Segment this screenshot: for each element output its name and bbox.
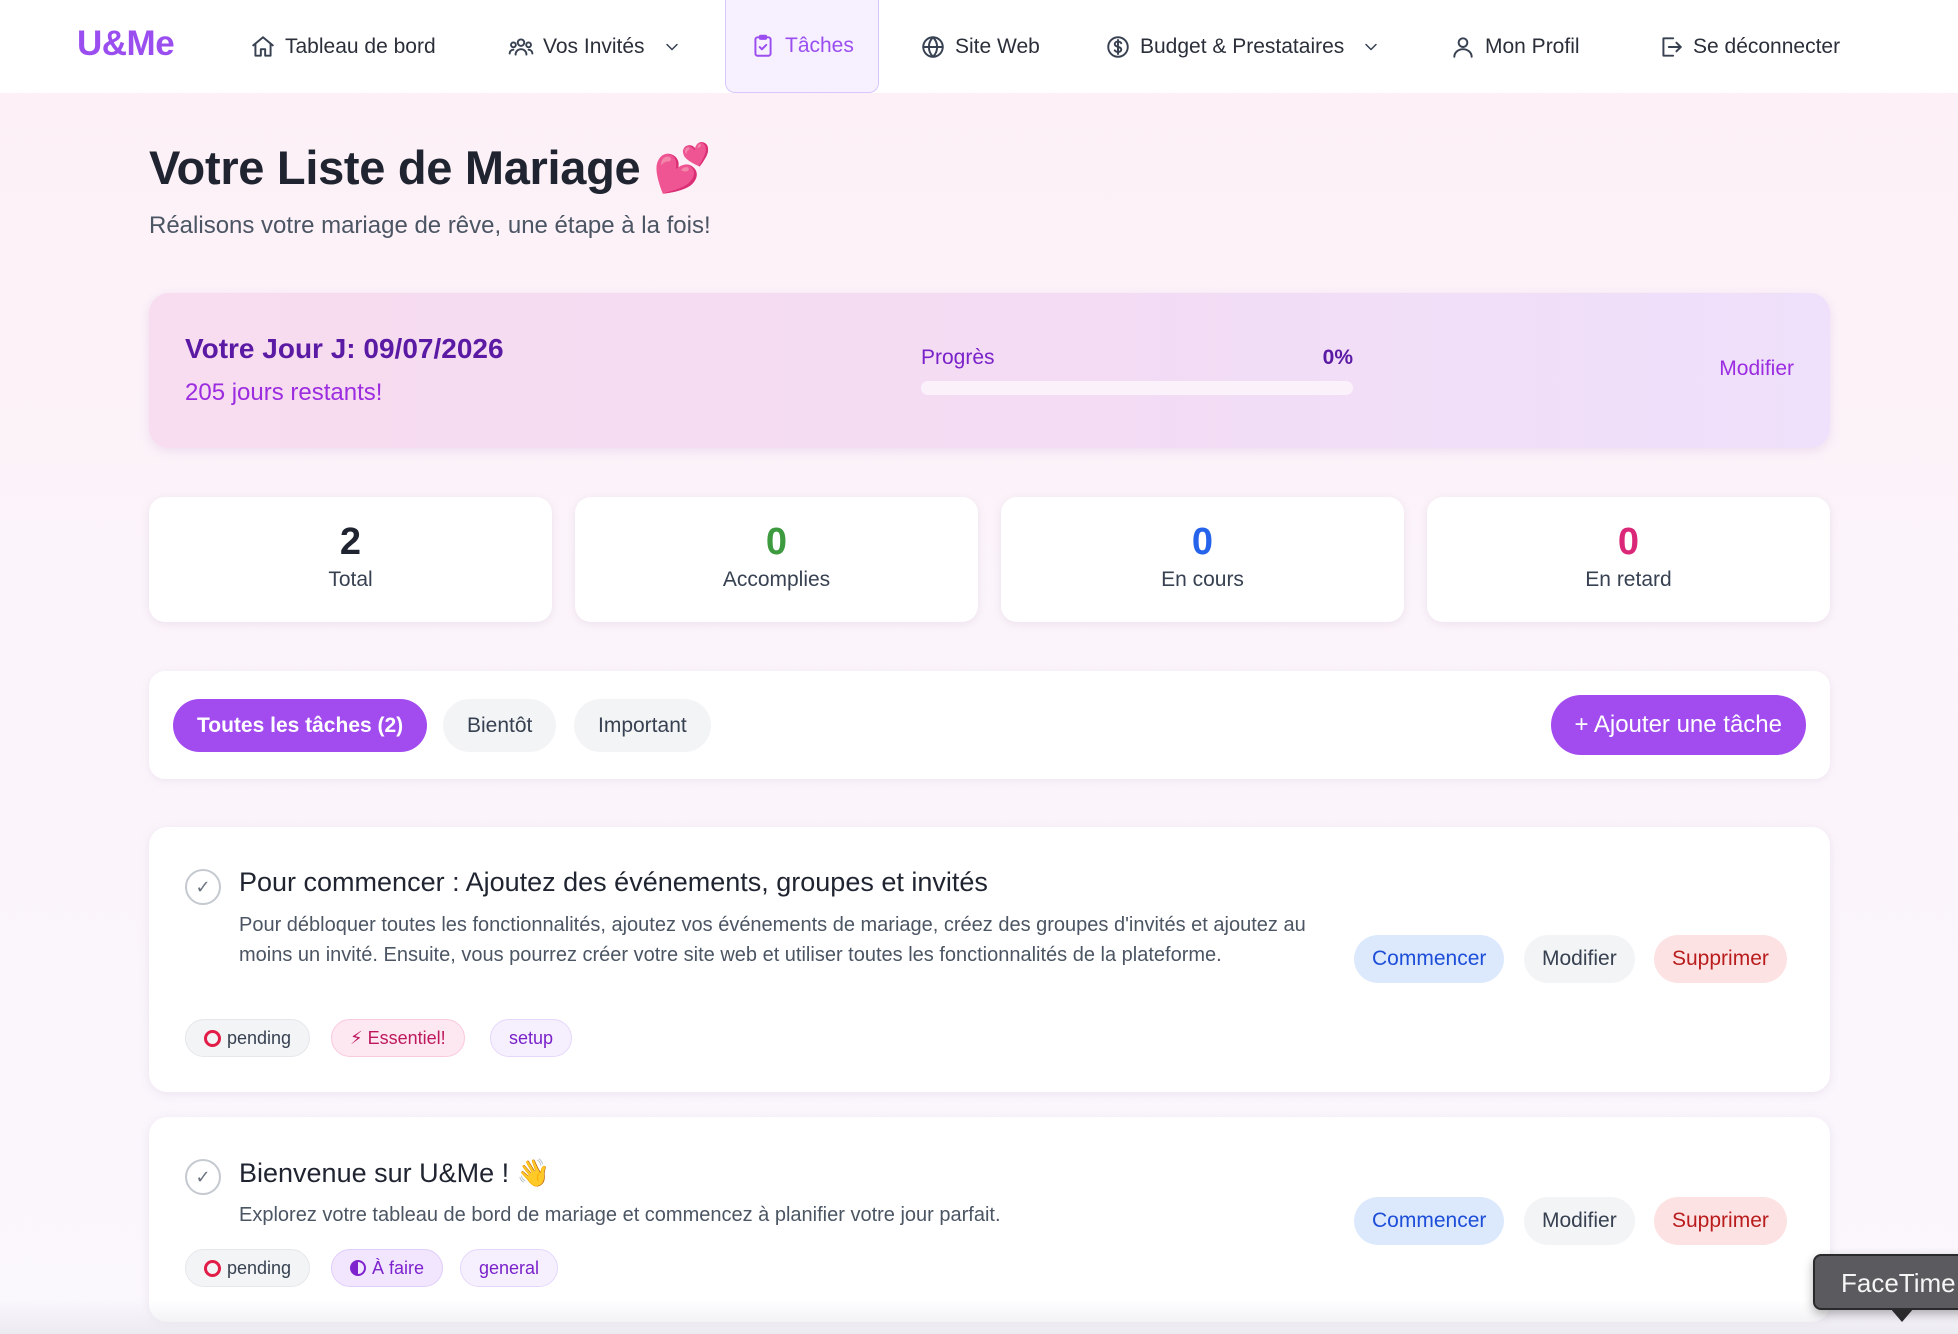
facetime-tooltip: FaceTime	[1813, 1254, 1958, 1310]
stat-value: 2	[339, 521, 362, 563]
nav-item-dashboard[interactable]: Tableau de bord	[250, 0, 436, 93]
priority-text: ⚡ Essentiel!	[350, 1027, 446, 1048]
nav-item-guests[interactable]: Vos Invités	[508, 0, 682, 93]
app-logo[interactable]: U&Me	[77, 24, 175, 64]
category-badge: general	[460, 1249, 559, 1287]
start-task-button[interactable]: Commencer	[1354, 1197, 1505, 1245]
stat-card-in-progress: 0 En cours	[1001, 497, 1404, 622]
nav-item-website[interactable]: Site Web	[920, 0, 1040, 93]
dollar-icon	[1107, 35, 1129, 58]
status-badge: pending	[185, 1249, 311, 1287]
task-card: ✓ Pour commencer : Ajoutez des événement…	[149, 827, 1830, 1092]
home-icon	[252, 35, 274, 57]
tooltip-pointer	[1890, 1308, 1914, 1322]
priority-text: À faire	[372, 1257, 425, 1278]
globe-icon	[922, 35, 944, 58]
filter-tab-all[interactable]: Toutes les tâches (2)	[173, 699, 428, 752]
wedding-date: Votre Jour J: 09/07/2026	[185, 333, 504, 364]
clipboard-check-icon	[754, 34, 772, 57]
task-filter-bar: Toutes les tâches (2) Bientôt Important …	[149, 671, 1830, 779]
progress-label: Progrès	[921, 346, 995, 369]
stat-value: 0	[765, 521, 788, 563]
nav-item-label: Vos Invités	[543, 34, 645, 58]
pending-circle-icon	[204, 1259, 221, 1277]
status-badge: pending	[185, 1019, 311, 1057]
check-icon: ✓	[195, 1166, 211, 1187]
check-icon: ✓	[195, 876, 211, 897]
filter-tab-important[interactable]: Important	[574, 699, 711, 752]
stat-value: 0	[1191, 521, 1214, 563]
progress-bar	[921, 381, 1353, 395]
add-task-button[interactable]: + Ajouter une tâche	[1550, 695, 1806, 755]
category-badge: setup	[490, 1019, 573, 1057]
category-text: general	[479, 1257, 540, 1278]
stat-card-overdue: 0 En retard	[1427, 497, 1830, 622]
days-remaining: 205 jours restants!	[185, 379, 383, 406]
page-subtitle: Réalisons votre mariage de rêve, une éta…	[149, 212, 711, 239]
nav-item-label: Tableau de bord	[285, 34, 436, 58]
nav-item-label: Tâches	[785, 34, 854, 57]
stat-label: En cours	[1161, 568, 1244, 591]
task-description: Explorez votre tableau de bord de mariag…	[239, 1204, 1001, 1226]
progress-value: 0%	[1322, 346, 1353, 369]
category-text: setup	[509, 1027, 554, 1048]
users-icon	[508, 37, 534, 56]
edit-date-link[interactable]: Modifier	[1719, 357, 1794, 381]
priority-badge: À faire	[331, 1249, 444, 1287]
filter-tab-soon[interactable]: Bientôt	[443, 699, 557, 752]
task-title: Bienvenue sur U&Me ! 👋	[239, 1158, 551, 1188]
chevron-down-icon	[1365, 43, 1378, 50]
stat-card-total: 2 Total	[149, 497, 552, 622]
nav-item-profile[interactable]: Mon Profil	[1450, 0, 1580, 93]
chevron-down-icon	[665, 43, 678, 50]
status-text: pending	[227, 1027, 292, 1048]
stat-label: Total	[328, 568, 373, 591]
task-complete-checkbox[interactable]: ✓	[185, 1159, 221, 1195]
nav-item-label: Mon Profil	[1485, 34, 1580, 58]
stat-label: Accomplies	[722, 568, 831, 591]
nav-item-tasks[interactable]: Tâches	[725, 0, 879, 93]
delete-task-button[interactable]: Supprimer	[1654, 935, 1787, 983]
task-title: Pour commencer : Ajoutez des événements,…	[239, 867, 988, 897]
task-complete-checkbox[interactable]: ✓	[185, 869, 221, 905]
wedding-countdown-card: Votre Jour J: 09/07/2026 205 jours resta…	[149, 293, 1830, 448]
stat-label: En retard	[1585, 568, 1672, 591]
stat-value: 0	[1617, 521, 1640, 563]
status-text: pending	[227, 1257, 292, 1278]
page-title: Votre Liste de Mariage 💕	[149, 141, 712, 194]
nav-item-label: Se déconnecter	[1693, 34, 1841, 58]
half-circle-icon	[350, 1260, 366, 1276]
start-task-button[interactable]: Commencer	[1354, 935, 1505, 983]
user-icon	[1453, 36, 1473, 58]
nav-item-budget[interactable]: Budget & Prestataires	[1105, 0, 1381, 93]
stat-card-completed: 0 Accomplies	[575, 497, 978, 622]
task-card: ✓ Bienvenue sur U&Me ! 👋 Explorez votre …	[149, 1117, 1830, 1322]
edit-task-button[interactable]: Modifier	[1524, 935, 1635, 983]
priority-badge: ⚡ Essentiel!	[331, 1019, 465, 1057]
task-description: Pour débloquer toutes les fonctionnalité…	[239, 914, 1306, 966]
edit-task-button[interactable]: Modifier	[1524, 1197, 1635, 1245]
delete-task-button[interactable]: Supprimer	[1654, 1197, 1787, 1245]
nav-item-label: Budget & Prestataires	[1140, 34, 1345, 58]
top-navbar: U&Me Tableau de bord Vos Invités Tâches …	[0, 0, 1958, 93]
nav-item-label: Site Web	[955, 34, 1040, 58]
logout-icon	[1662, 36, 1682, 57]
nav-item-logout[interactable]: Se déconnecter	[1658, 0, 1840, 93]
pending-circle-icon	[204, 1029, 221, 1047]
window-bottom-edge	[0, 1300, 1958, 1334]
